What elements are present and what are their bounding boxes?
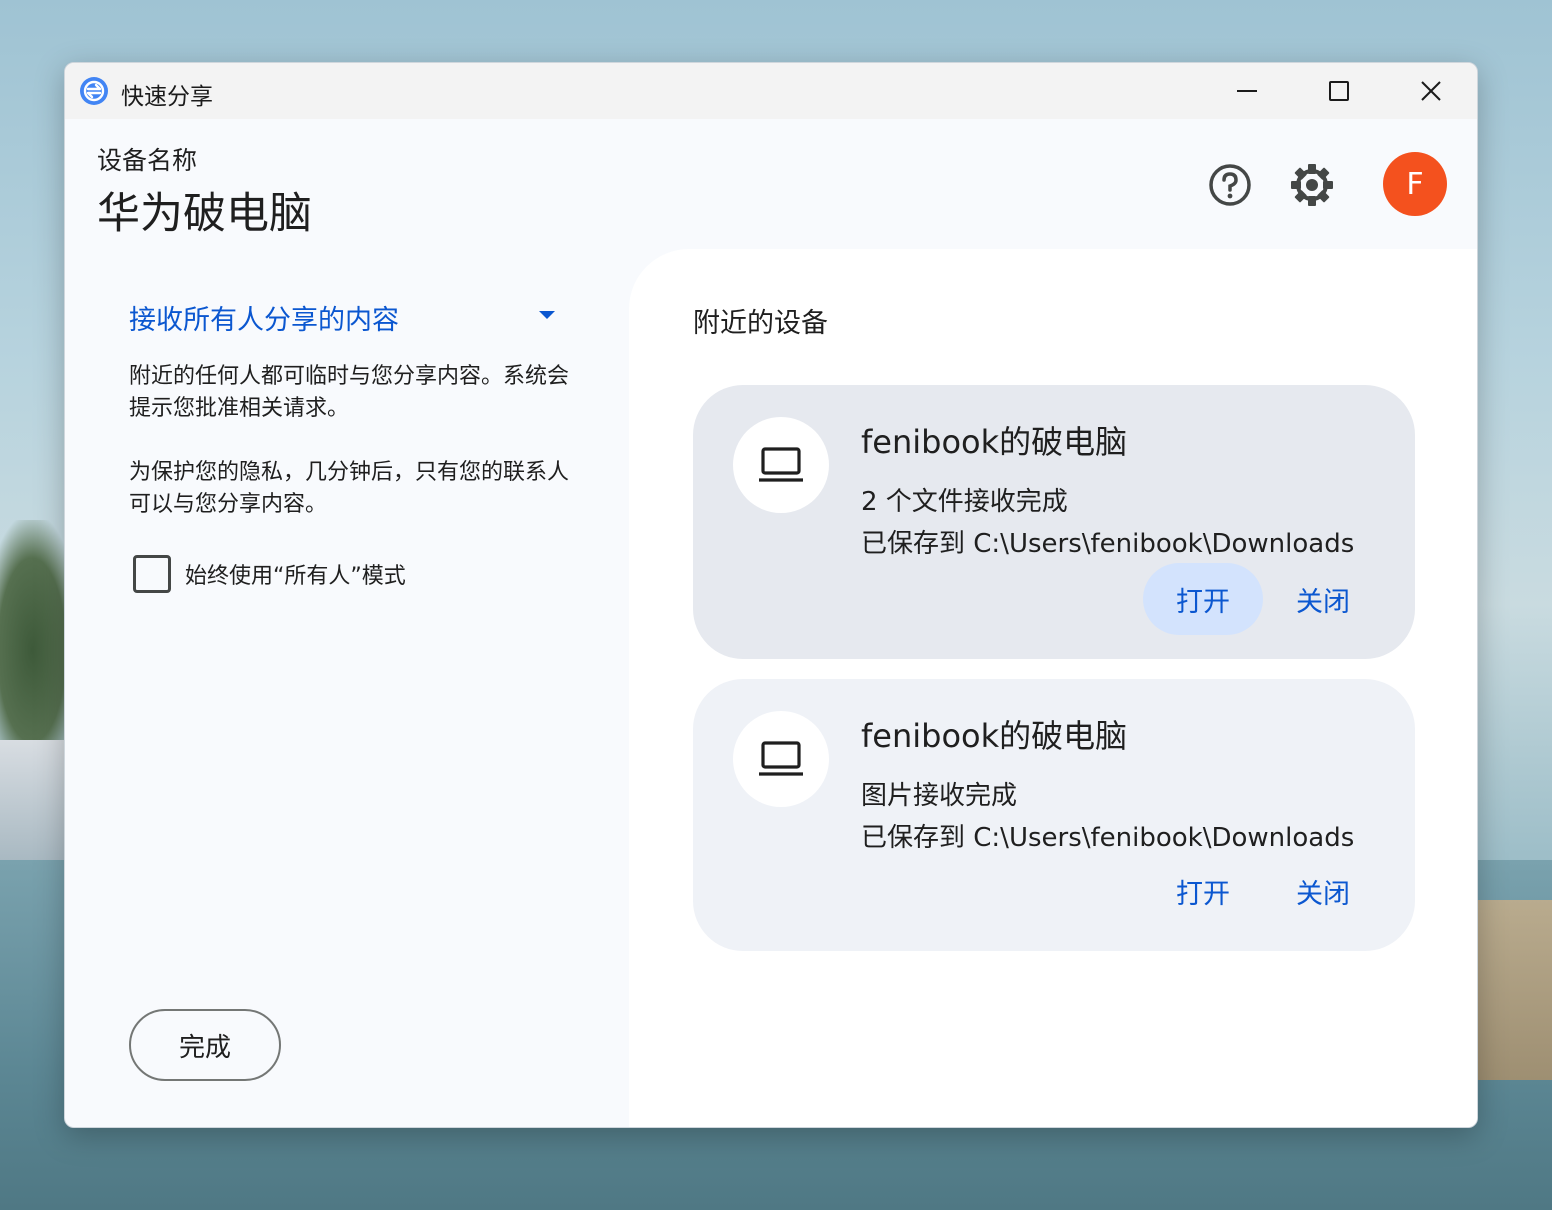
maximize-icon bbox=[1329, 81, 1349, 101]
close-window-button[interactable] bbox=[1385, 63, 1477, 119]
quick-share-window: 快速分享 设备名称 华为破电脑 F 接收所有人分享的内容 附近的任何人都可临时与… bbox=[64, 62, 1478, 1128]
device-card-status: 2 个文件接收完成 bbox=[861, 487, 1068, 517]
nearby-devices-title: 附近的设备 bbox=[693, 308, 828, 339]
avatar[interactable]: F bbox=[1383, 152, 1447, 216]
caret-down-icon bbox=[539, 311, 555, 319]
done-button[interactable]: 完成 bbox=[129, 1009, 281, 1081]
device-card-name: fenibook的破电脑 bbox=[861, 423, 1128, 461]
device-card-name: fenibook的破电脑 bbox=[861, 717, 1128, 755]
visibility-dropdown-label: 接收所有人分享的内容 bbox=[129, 304, 399, 336]
title-bar[interactable]: 快速分享 bbox=[65, 63, 1477, 119]
quick-share-icon bbox=[79, 76, 109, 106]
window-title: 快速分享 bbox=[121, 84, 213, 110]
device-card-path: 已保存到 C:\Users\fenibook\Downloads bbox=[861, 529, 1355, 559]
help-icon bbox=[1209, 164, 1251, 206]
open-button[interactable]: 打开 bbox=[1143, 855, 1263, 927]
privacy-description: 为保护您的隐私，几分钟后，只有您的联系人可以与您分享内容。 bbox=[129, 460, 570, 517]
device-name[interactable]: 华为破电脑 bbox=[97, 179, 312, 241]
help-button[interactable] bbox=[1205, 160, 1255, 210]
nearby-devices-panel: 附近的设备 fenibook的破电脑 2 个文件接收完成 已保存到 C:\Use… bbox=[629, 249, 1477, 1127]
always-everyone-label: 始终使用“所有人”模式 bbox=[185, 564, 406, 589]
maximize-button[interactable] bbox=[1293, 63, 1385, 119]
device-card: fenibook的破电脑 2 个文件接收完成 已保存到 C:\Users\fen… bbox=[693, 385, 1415, 659]
gear-icon bbox=[1291, 164, 1333, 206]
device-name-label: 设备名称 bbox=[97, 146, 198, 175]
minimize-button[interactable] bbox=[1201, 63, 1293, 119]
laptop-icon bbox=[733, 417, 829, 513]
minimize-icon bbox=[1237, 90, 1257, 92]
header: 设备名称 华为破电脑 F bbox=[65, 119, 1477, 249]
device-card: fenibook的破电脑 图片接收完成 已保存到 C:\Users\fenibo… bbox=[693, 679, 1415, 951]
open-button[interactable]: 打开 bbox=[1143, 563, 1263, 635]
visibility-dropdown[interactable]: 接收所有人分享的内容 bbox=[129, 297, 559, 337]
visibility-panel: 接收所有人分享的内容 附近的任何人都可临时与您分享内容。系统会提示您批准相关请求… bbox=[65, 249, 629, 1127]
device-card-status: 图片接收完成 bbox=[861, 781, 1018, 811]
dismiss-button[interactable]: 关闭 bbox=[1265, 855, 1381, 927]
device-card-path: 已保存到 C:\Users\fenibook\Downloads bbox=[861, 823, 1355, 853]
always-everyone-checkbox[interactable] bbox=[133, 555, 171, 593]
laptop-icon bbox=[733, 711, 829, 807]
always-everyone-option[interactable]: 始终使用“所有人”模式 bbox=[133, 555, 406, 593]
close-icon bbox=[1421, 81, 1441, 101]
dismiss-button[interactable]: 关闭 bbox=[1265, 563, 1381, 635]
settings-button[interactable] bbox=[1285, 158, 1339, 212]
visibility-description: 附近的任何人都可临时与您分享内容。系统会提示您批准相关请求。 bbox=[129, 364, 570, 421]
